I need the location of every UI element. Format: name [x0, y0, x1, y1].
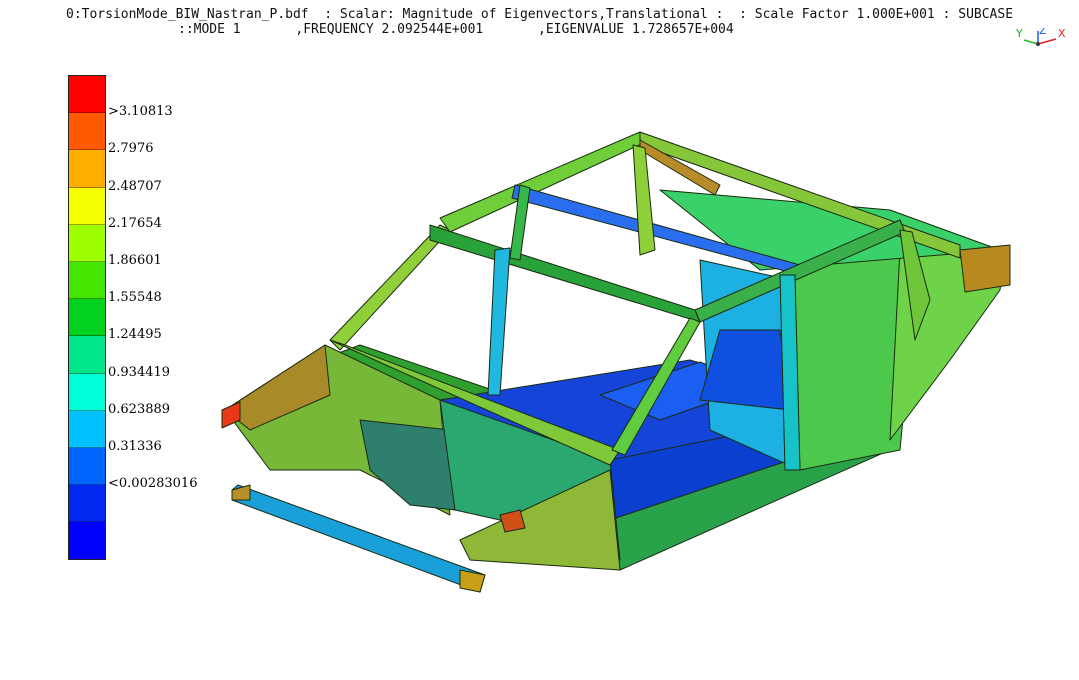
front-arch-rear: [632, 144, 656, 256]
legend-color-cell: [69, 299, 105, 337]
legend-color-cell: [69, 336, 105, 374]
legend-color-cell: [69, 187, 105, 225]
legend-color-cell: [69, 410, 105, 448]
roof-left-rail: [329, 224, 451, 351]
result-title-header: 0:TorsionMode_BIW_Nastran_P.bdf : Scalar…: [0, 6, 1079, 48]
legend-color-cell: [69, 261, 105, 300]
biw-model-viewport[interactable]: [200, 120, 1020, 610]
legend-value-label: 1.55548: [108, 290, 162, 306]
legend-color-cell: [69, 76, 105, 114]
trunk-box: [959, 244, 1011, 293]
legend-value-label: 0.934419: [108, 364, 171, 380]
legend-color-bar: [68, 75, 106, 561]
legend-value-label: 2.17654: [108, 215, 162, 231]
legend-value-label: 0.31336: [108, 439, 162, 454]
b-pillar-left: [487, 247, 511, 396]
legend-color-cell: [69, 150, 105, 188]
roof-cross-bow: [429, 224, 701, 323]
triad-x-label: X: [1058, 28, 1066, 40]
legend-value-label: <0.00283016: [108, 476, 198, 492]
triad-z-label: Z: [1039, 28, 1047, 37]
legend-value-label: 1.86601: [108, 253, 162, 268]
legend-value-label: 1.24495: [108, 327, 162, 343]
legend-color-cell: [69, 224, 105, 262]
legend-value-label: 2.7976: [108, 141, 154, 157]
legend-color-cell: [69, 485, 105, 523]
legend-value-label: 2.48707: [108, 178, 162, 194]
legend-color-cell: [69, 522, 105, 560]
result-title-line2: ::MODE 1 ,FREQUENCY 2.092544E+001 ,EIGEN…: [178, 22, 734, 37]
legend-color-cell: [69, 113, 105, 151]
legend-color-cell: [69, 373, 105, 411]
legend-color-cell: [69, 447, 105, 486]
triad-y-label: Y: [1015, 28, 1023, 40]
result-title-line1: 0:TorsionMode_BIW_Nastran_P.bdf : Scalar…: [66, 7, 1014, 22]
wheel-arch-left: [359, 419, 456, 511]
legend-value-label: 0.623889: [108, 401, 171, 417]
legend-value-label: >3.10813: [108, 104, 173, 120]
axis-triad-icon: Z Y X: [1015, 28, 1066, 46]
